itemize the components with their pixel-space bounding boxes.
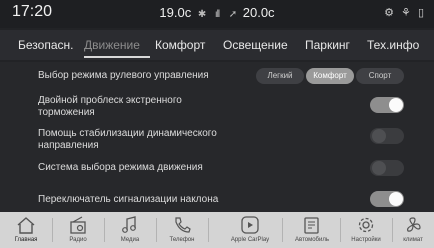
connectivity-icon: ⚙ ⚘ ▯	[384, 7, 426, 19]
nav-media[interactable]: Медиа	[106, 212, 154, 248]
nav-home[interactable]: Главная	[2, 212, 50, 248]
nav-phone-label: Телефон	[169, 237, 195, 243]
nav-divider	[208, 218, 209, 242]
nav-divider	[156, 218, 157, 242]
nav-radio[interactable]: Радио	[54, 212, 102, 248]
tab-safety[interactable]: Безопасн.	[18, 38, 73, 52]
nav-climate[interactable]: климат	[392, 212, 434, 248]
settings-panel: Выбор режима рулевого управления Легкий …	[0, 62, 434, 212]
toggle-knob	[389, 192, 403, 206]
seat-heat-icon: ✱	[197, 9, 206, 20]
hazard-flash-label: Двойной проблеск экстренного торможения	[38, 95, 182, 118]
tab-parking[interactable]: Паркинг	[305, 38, 350, 52]
steering-light-option[interactable]: Легкий	[256, 68, 304, 84]
nav-divider	[104, 218, 105, 242]
stability-assist-toggle[interactable]	[370, 128, 404, 144]
stability-assist-label: Помощь стабилизации динамического направ…	[38, 128, 217, 151]
toggle-knob	[372, 129, 386, 143]
climate-temps[interactable]: 19.0c ✱ ıll ➚ 20.0c	[0, 5, 434, 20]
tab-driving[interactable]: Движение	[84, 38, 140, 52]
toggle-knob	[389, 98, 403, 112]
bottom-nav: Главная Радио Медиа Телефон Apple CarPla…	[0, 212, 434, 248]
music-icon	[122, 216, 136, 233]
temp-right[interactable]: 20.0c	[243, 5, 275, 20]
airflow-icon: ➚	[228, 9, 237, 20]
steering-sport-option[interactable]: Спорт	[356, 68, 404, 84]
home-icon	[17, 217, 35, 234]
tab-bar: Безопасн. Движение Комфорт Освещение Пар…	[0, 30, 434, 60]
nav-divider	[282, 218, 283, 242]
nav-settings-label: Настройки	[351, 237, 381, 243]
tab-tech-info[interactable]: Тех.инфо	[367, 38, 419, 52]
status-bar: 17:20 19.0c ✱ ıll ➚ 20.0c ⚙ ⚘ ▯	[0, 0, 434, 28]
tab-lighting[interactable]: Освещение	[223, 38, 288, 52]
tilt-alarm-toggle[interactable]	[370, 191, 404, 207]
temp-left[interactable]: 19.0c	[159, 5, 191, 20]
nav-divider	[52, 218, 53, 242]
nav-carplay-label: Apple CarPlay	[230, 237, 270, 243]
carplay-icon	[241, 216, 259, 234]
steering-comfort-option[interactable]: Комфорт	[306, 68, 354, 84]
fan-speed-icon: ıll	[214, 9, 220, 20]
nav-radio-label: Радио	[69, 237, 87, 243]
car-settings-icon	[304, 217, 319, 234]
drive-mode-toggle[interactable]	[370, 160, 404, 176]
tab-comfort[interactable]: Комфорт	[155, 38, 205, 52]
drive-mode-label: Система выбора режима движения	[38, 162, 203, 173]
tilt-alarm-label: Переключатель сигнализации наклона	[38, 194, 219, 205]
nav-phone[interactable]: Телефон	[158, 212, 206, 248]
phone-icon	[175, 217, 191, 233]
radio-icon	[70, 216, 86, 234]
nav-vehicle[interactable]: Автомобиль	[286, 212, 338, 248]
active-tab-underline	[84, 56, 150, 58]
nav-climate-label: климат	[403, 237, 423, 243]
nav-settings[interactable]: Настройки	[342, 212, 390, 248]
nav-media-label: Медиа	[120, 237, 140, 243]
toggle-knob	[372, 161, 386, 175]
fan-icon	[406, 217, 421, 232]
nav-vehicle-label: Автомобиль	[295, 237, 329, 243]
nav-home-label: Главная	[14, 237, 38, 243]
nav-divider	[340, 218, 341, 242]
steering-mode-label: Выбор режима рулевого управления	[38, 70, 209, 81]
status-icons: ⚙ ⚘ ▯	[384, 6, 426, 19]
gear-icon	[358, 217, 374, 233]
hazard-flash-toggle[interactable]	[370, 97, 404, 113]
nav-carplay[interactable]: Apple CarPlay	[222, 212, 278, 248]
